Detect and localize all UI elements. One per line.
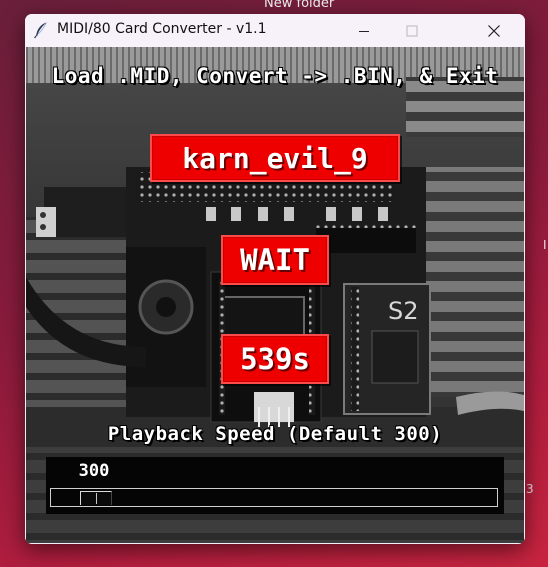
app-client-area: S2 Load .MID, Convert -> .BIN, & Exit ka… bbox=[26, 47, 524, 543]
close-icon bbox=[487, 24, 501, 38]
window-title: MIDI/80 Card Converter - v1.1 bbox=[57, 21, 267, 37]
desktop-edge-glyph-top: I bbox=[543, 238, 547, 252]
conversion-status-badge: WAIT bbox=[221, 235, 329, 285]
desktop-edge-glyph-bottom: 3 bbox=[526, 482, 534, 496]
playback-speed-label: Playback Speed (Default 300) bbox=[107, 423, 443, 445]
title-bar[interactable]: MIDI/80 Card Converter - v1.1 bbox=[25, 14, 525, 47]
playback-speed-slider[interactable]: 300 bbox=[46, 457, 504, 514]
minimize-icon bbox=[358, 25, 370, 37]
maximize-button[interactable] bbox=[389, 14, 435, 47]
app-window: MIDI/80 Card Converter - v1.1 S2 Load .M… bbox=[25, 14, 525, 544]
feather-icon bbox=[31, 20, 51, 40]
playback-speed-value: 300 bbox=[78, 461, 110, 481]
duration-readout: 539s bbox=[221, 334, 329, 384]
close-button[interactable] bbox=[471, 14, 517, 47]
desktop-folder-label[interactable]: New folder bbox=[264, 0, 334, 11]
slider-trough[interactable] bbox=[50, 488, 498, 507]
minimize-button[interactable] bbox=[341, 14, 387, 47]
load-midi-file-button[interactable]: karn_evil_9 bbox=[150, 134, 400, 182]
svg-text:S2: S2 bbox=[388, 297, 419, 325]
maximize-icon bbox=[406, 25, 418, 37]
slider-thumb[interactable] bbox=[79, 491, 112, 505]
instructions-headline: Load .MID, Convert -> .BIN, & Exit bbox=[51, 64, 499, 88]
